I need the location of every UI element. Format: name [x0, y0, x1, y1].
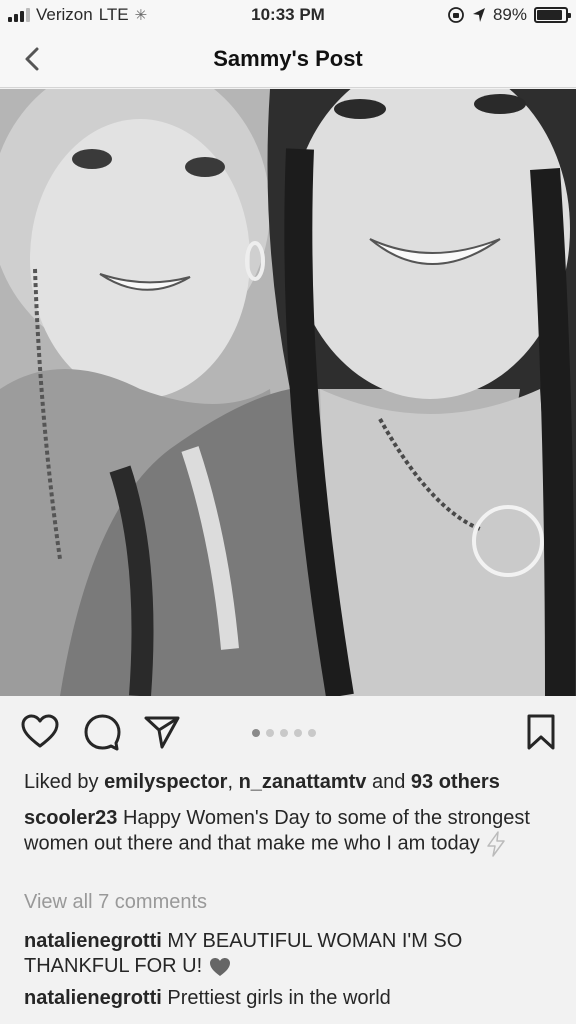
battery-percent: 89% — [492, 5, 527, 24]
post-photo[interactable] — [0, 89, 576, 696]
bookmark-icon — [527, 714, 555, 750]
comment-username[interactable]: natalienegrotti — [24, 930, 162, 952]
battery-icon — [534, 7, 571, 23]
heart-emoji-icon — [209, 957, 230, 976]
likes-and: and — [371, 771, 406, 793]
carousel-dot — [266, 729, 274, 737]
carousel-dot — [294, 729, 302, 737]
paper-plane-icon — [144, 716, 180, 749]
comment-item: natalienegrotti MY BEAUTIFUL WOMAN I'M S… — [24, 929, 564, 979]
photo-illustration — [0, 89, 576, 696]
comment-username[interactable]: natalienegrotti — [24, 987, 162, 1009]
comment-item: natalienegrotti Prettiest girls in the w… — [24, 986, 564, 1011]
status-right: 89% — [447, 5, 571, 25]
caption: scooler23 Happy Women's Day to some of t… — [24, 806, 564, 857]
rotation-lock-icon — [448, 7, 464, 23]
liker-n-zanattamtv[interactable]: n_zanattamtv — [239, 771, 367, 793]
share-button[interactable] — [142, 712, 182, 752]
likes-others-link[interactable]: 93 others — [411, 771, 500, 793]
caption-username[interactable]: scooler23 — [24, 807, 117, 829]
carousel-dot — [252, 729, 260, 737]
post-actions — [0, 712, 576, 758]
comment-text: Prettiest girls in the world — [167, 987, 391, 1009]
save-button[interactable] — [521, 712, 561, 752]
comment-button[interactable] — [82, 712, 122, 752]
carousel-dot — [280, 729, 288, 737]
location-arrow-icon — [472, 8, 485, 22]
likes-prefix: Liked by — [24, 771, 99, 793]
navigation-bar: Sammy's Post — [0, 30, 576, 88]
lightning-icon — [487, 831, 506, 857]
likes-line: Liked by emilyspector, n_zanattamtv and … — [24, 770, 564, 795]
likes-separator: , — [227, 771, 234, 793]
page-title: Sammy's Post — [213, 46, 363, 71]
carousel-dot — [308, 729, 316, 737]
like-button[interactable] — [20, 712, 60, 752]
status-bar: Verizon LTE ✳ 10:33 PM 89% — [0, 0, 576, 30]
battery-fill — [537, 10, 562, 20]
comment-bubble-icon — [84, 714, 121, 751]
carousel-indicator — [252, 729, 316, 737]
heart-icon — [21, 714, 59, 748]
view-all-comments-link[interactable]: View all 7 comments — [24, 890, 564, 915]
liker-emilyspector[interactable]: emilyspector — [104, 771, 227, 793]
